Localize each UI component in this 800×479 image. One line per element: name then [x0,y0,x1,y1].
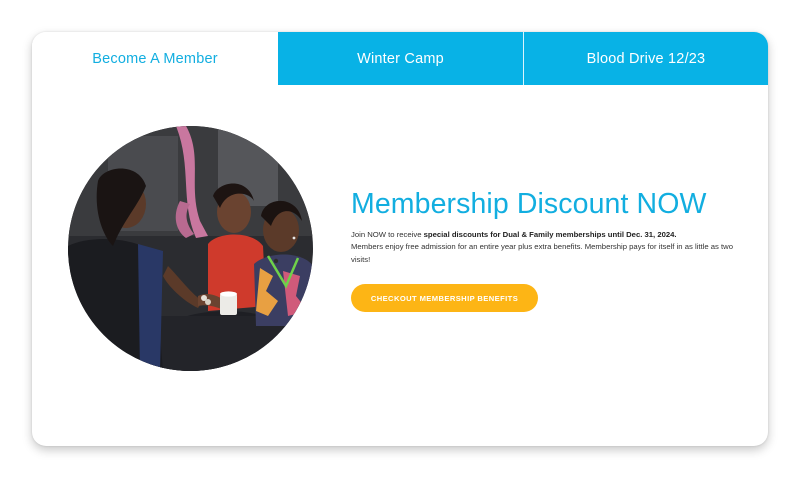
promo-content: Membership Discount NOW Join NOW to rece… [351,187,743,312]
promo-description: Join NOW to receive special discounts fo… [351,229,743,266]
members-photo [68,126,313,371]
tab-become-a-member[interactable]: Become A Member [32,32,278,85]
promo-discount-highlight: special discounts for Dual & Family memb… [423,230,677,239]
tab-winter-camp[interactable]: Winter Camp [278,32,524,85]
checkout-membership-benefits-button[interactable]: CHECKOUT MEMBERSHIP BENEFITS [351,284,538,312]
promo-intro-text: Join NOW to receive [351,230,424,239]
tabbed-feature-card: Become A Member Winter Camp Blood Drive … [32,32,768,446]
promo-details-text: Members enjoy free admission for an enti… [351,242,733,264]
tab-bar: Become A Member Winter Camp Blood Drive … [32,32,768,85]
tab-blood-drive[interactable]: Blood Drive 12/23 [524,32,768,85]
promo-headline: Membership Discount NOW [351,188,707,220]
